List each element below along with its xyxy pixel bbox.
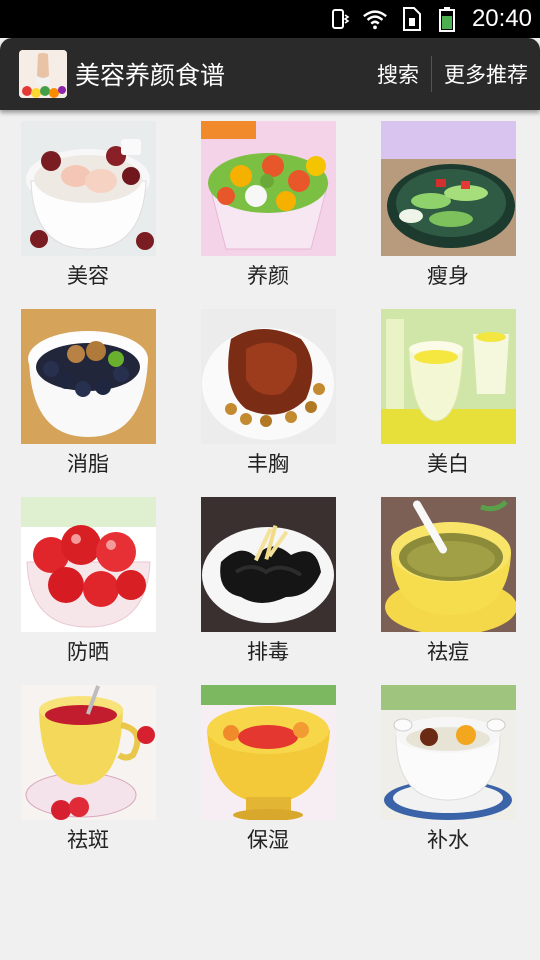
category-label: 祛斑	[67, 828, 109, 852]
category-item-detox[interactable]: 排毒	[180, 486, 360, 674]
category-label: 美容	[67, 264, 109, 288]
app-title: 美容养颜食谱	[75, 61, 226, 90]
tomato-bowl-icon	[21, 497, 156, 632]
braised-pork-icon	[201, 309, 336, 444]
category-item-slim[interactable]: 瘦身	[360, 110, 540, 298]
red-tea-cup-icon	[21, 685, 156, 820]
black-fungus-icon	[201, 497, 336, 632]
category-item-whitening[interactable]: 美白	[360, 298, 540, 486]
category-item-fat-loss[interactable]: 消脂	[0, 298, 180, 486]
category-label: 防晒	[67, 640, 109, 664]
sweet-soup-pot-icon	[381, 685, 516, 820]
app-logo[interactable]	[19, 50, 67, 98]
category-label: 排毒	[247, 640, 289, 664]
vibrate-icon	[326, 6, 352, 32]
sim-icon	[398, 6, 424, 32]
more-recommend-button[interactable]: 更多推荐	[432, 38, 540, 110]
fruit-bowl-icon	[21, 309, 156, 444]
category-item-beauty[interactable]: 美容	[0, 110, 180, 298]
action-bar: 美容养颜食谱 搜索 更多推荐	[0, 38, 540, 110]
category-item-moisturize[interactable]: 保湿	[180, 674, 360, 862]
category-item-bust[interactable]: 丰胸	[180, 298, 360, 486]
clock: 20:40	[471, 5, 532, 32]
category-item-nourish[interactable]: 养颜	[180, 110, 360, 298]
wifi-icon	[362, 6, 388, 32]
category-item-freckle[interactable]: 祛斑	[0, 674, 180, 862]
category-label: 丰胸	[247, 452, 289, 476]
category-label: 美白	[427, 452, 469, 476]
mung-bean-soup-icon	[381, 497, 516, 632]
category-item-hydrate[interactable]: 补水	[360, 674, 540, 862]
category-label: 消脂	[67, 452, 109, 476]
category-label: 瘦身	[427, 264, 469, 288]
category-item-acne[interactable]: 祛痘	[360, 486, 540, 674]
dessert-soup-icon	[21, 121, 156, 256]
fruit-salad-icon	[201, 121, 336, 256]
category-item-sun-protection[interactable]: 防晒	[0, 486, 180, 674]
category-label: 补水	[427, 828, 469, 852]
search-button[interactable]: 搜索	[365, 38, 431, 110]
battery-icon	[434, 6, 460, 32]
fruit-jelly-icon	[201, 685, 336, 820]
lemon-drink-icon	[381, 309, 516, 444]
category-label: 保湿	[247, 828, 289, 852]
category-label: 养颜	[247, 264, 289, 288]
category-label: 祛痘	[427, 640, 469, 664]
vegetable-dish-icon	[381, 121, 516, 256]
status-bar: 20:40	[0, 0, 540, 38]
